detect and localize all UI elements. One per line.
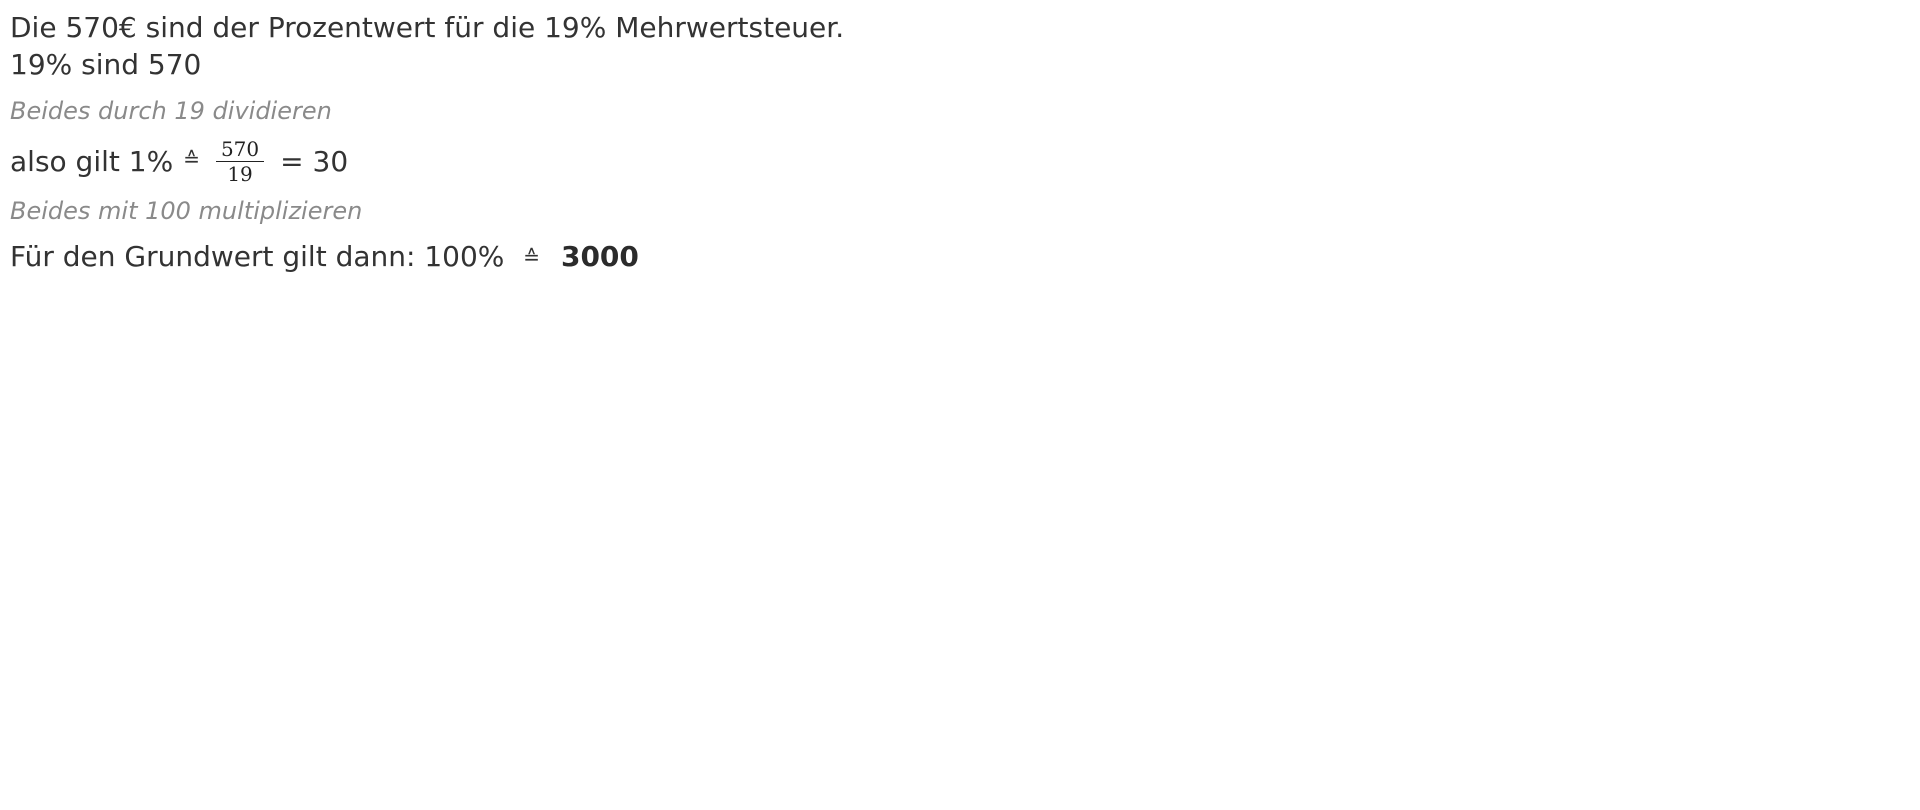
- final-prefix: Für den Grundwert gilt dann: 100%: [10, 240, 505, 273]
- step1-prefix: also gilt 1%: [10, 144, 174, 178]
- corresponds-symbol: ≙: [523, 245, 541, 269]
- fraction: 570 19: [215, 138, 265, 186]
- fraction-numerator: 570: [215, 138, 265, 162]
- hint-multiply: Beides mit 100 multiplizieren: [10, 197, 363, 225]
- fraction-denominator: 19: [227, 161, 253, 186]
- step1-result: = 30: [280, 144, 349, 178]
- corresponds-symbol: ≙: [183, 146, 200, 171]
- solution-text: Die 570€ sind der Prozentwert für die 19…: [10, 9, 1890, 278]
- given-line: 19% sind 570: [10, 48, 202, 81]
- final-result: 3000: [560, 240, 639, 273]
- final-line: Für den Grundwert gilt dann: 100% ≙ 3000: [10, 238, 1890, 278]
- intro-line: Die 570€ sind der Prozentwert für die 19…: [10, 11, 845, 44]
- hint-divide: Beides durch 19 dividieren: [10, 97, 332, 125]
- step1-line: also gilt 1% ≙ 570 19 = 30: [10, 136, 1890, 186]
